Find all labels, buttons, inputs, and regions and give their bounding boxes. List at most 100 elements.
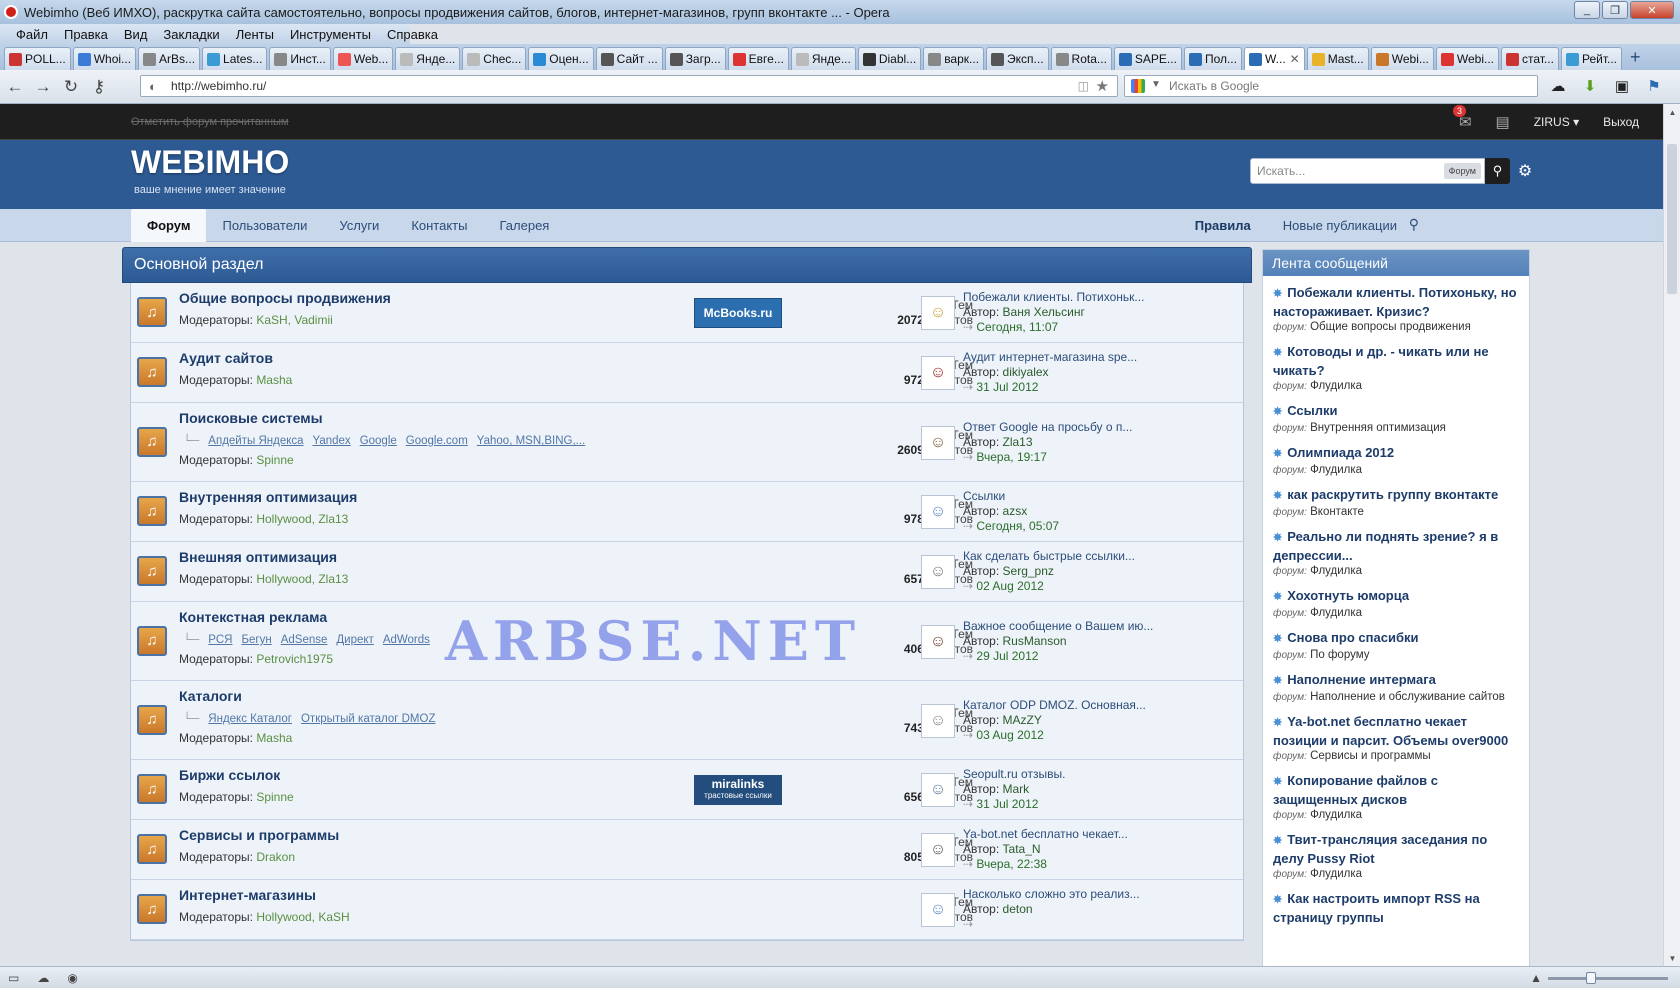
feed-item-title[interactable]: ✸ Побежали клиенты. Потихоньку, но настор… [1273, 284, 1519, 320]
last-post-title[interactable]: Ya-bot.net бесплатно чекает... [963, 827, 1233, 842]
last-post-date[interactable]: 29 Jul 2012 [976, 649, 1038, 663]
feed-item-title[interactable]: ✸ Как настроить импорт RSS на страницу гр… [1273, 890, 1519, 926]
feed-item-title[interactable]: ✸ Ссылки [1273, 402, 1519, 421]
user-menu[interactable]: ZIRUS ▾ [1534, 115, 1579, 129]
moderator-names[interactable]: Masha [256, 373, 292, 387]
logout-link[interactable]: Выход [1603, 115, 1639, 129]
wand-icon[interactable]: ⚷ [86, 74, 112, 100]
moderator-names[interactable]: Spinne [256, 453, 293, 467]
last-post-title[interactable]: Каталог ODP DMOZ. Основная... [963, 698, 1233, 713]
feed-item-title[interactable]: ✸ как раскрутить группу вконтакте [1273, 486, 1519, 505]
subforum-link[interactable]: Yandex [313, 435, 351, 447]
forum-title[interactable]: Внутренняя оптимизация [179, 489, 357, 505]
feed-forum-name[interactable]: По форуму [1310, 649, 1369, 661]
minimize-button[interactable]: _ [1574, 1, 1600, 19]
menu-item[interactable]: Закладки [155, 27, 227, 42]
feed-forum-name[interactable]: Наполнение и обслуживание сайтов [1310, 691, 1505, 703]
subforum-link[interactable]: Google [360, 435, 397, 447]
last-post-date[interactable]: 31 Jul 2012 [976, 380, 1038, 394]
last-post-author[interactable]: Serg_pnz [1003, 564, 1054, 578]
nav-tab[interactable]: Галерея [483, 209, 565, 242]
sponsor-banner[interactable]: miralinks трастовые ссылки [694, 775, 782, 805]
last-post-author[interactable]: RusManson [1003, 634, 1067, 648]
subforum-link[interactable]: Яндекс Каталог [208, 713, 292, 725]
avatar[interactable]: ☺ [921, 773, 955, 807]
subforum-link[interactable]: Yahoo, MSN,BING,... [477, 435, 585, 447]
browser-tab[interactable]: Webi... [1435, 47, 1499, 70]
forum-title[interactable]: Аудит сайтов [179, 350, 273, 366]
browser-tab[interactable]: Эксп... [986, 47, 1049, 70]
nav-tab[interactable]: Контакты [395, 209, 483, 242]
nav-link[interactable]: Новые публикации [1267, 209, 1413, 242]
browser-tab[interactable]: Янде... [395, 47, 461, 70]
download-icon[interactable]: ⬇ [1580, 76, 1600, 96]
subforum-link[interactable]: Бегун [241, 634, 271, 646]
feed-forum-name[interactable]: Внутренняя оптимизация [1310, 422, 1446, 434]
panel-toggle-icon[interactable]: ▭ [8, 971, 19, 985]
last-post-title[interactable]: Seopult.ru отзывы. [963, 767, 1233, 782]
last-post-date[interactable]: 31 Jul 2012 [976, 797, 1038, 811]
back-icon[interactable]: ← [2, 74, 28, 100]
menu-item[interactable]: Справка [379, 27, 446, 42]
browser-tab[interactable]: Webi... [1370, 47, 1434, 70]
browser-tab[interactable]: Евге... [727, 47, 789, 70]
forum-title[interactable]: Биржи ссылок [179, 767, 280, 783]
browser-tab[interactable]: POLL... [4, 47, 71, 70]
last-post-title[interactable]: Важное сообщение о Вашем ию... [963, 619, 1233, 634]
last-post-date[interactable]: Сегодня, 05:07 [976, 519, 1059, 533]
messages-icon[interactable]: ✉ 3 [1452, 105, 1472, 131]
menu-item[interactable]: Инструменты [282, 27, 379, 42]
close-window-button[interactable]: ✕ [1630, 1, 1674, 19]
feed-item-title[interactable]: ✸ Наполнение интермага [1273, 671, 1519, 690]
last-post-date[interactable]: 02 Aug 2012 [976, 579, 1043, 593]
moderator-names[interactable]: Hollywood, Zla13 [256, 512, 348, 526]
feed-forum-name[interactable]: Общие вопросы продвижения [1310, 321, 1471, 333]
speed-dial-icon[interactable]: ◉ [67, 971, 77, 985]
feed-item-title[interactable]: ✸ Хохотнуть юморца [1273, 587, 1519, 606]
feed-item-title[interactable]: ✸ Копирование файлов с защищенных дисков [1273, 772, 1519, 808]
scroll-down-icon[interactable]: ▼ [1664, 950, 1680, 966]
google-search-input[interactable]: ▼ Искать в Google [1124, 75, 1538, 97]
last-post-title[interactable]: Ссылки [963, 489, 1233, 504]
browser-tab[interactable]: Lates... [202, 47, 268, 70]
last-post-author[interactable]: deton [1003, 902, 1033, 916]
moderator-names[interactable]: Drakon [256, 850, 295, 864]
menu-item[interactable]: Правка [56, 27, 116, 42]
browser-tab[interactable]: SAPE... [1113, 47, 1182, 70]
menu-item[interactable]: Файл [8, 27, 56, 42]
browser-tab[interactable]: Web... [332, 47, 394, 70]
browser-tab[interactable]: Инст... [269, 47, 331, 70]
avatar[interactable]: ☺ [921, 356, 955, 390]
avatar[interactable]: ☺ [921, 703, 955, 738]
menu-item[interactable]: Ленты [228, 27, 282, 42]
moderator-names[interactable]: Petrovich1975 [256, 652, 333, 666]
browser-tab[interactable]: Сайт ... [595, 47, 663, 70]
reload-icon[interactable]: ↻ [58, 74, 84, 100]
browser-tab[interactable]: W... ✕ [1243, 47, 1305, 70]
last-post-author[interactable]: Mark [1003, 782, 1030, 796]
last-post-author[interactable]: Zla13 [1003, 435, 1033, 449]
browser-tab[interactable]: Рейт... [1560, 47, 1623, 70]
browser-tab[interactable]: Whoi... [72, 47, 137, 70]
browser-tab[interactable]: Diabl... [857, 47, 922, 70]
subforum-link[interactable]: Апдейты Яндекса [208, 435, 303, 447]
browser-tab[interactable]: Пол... [1183, 47, 1242, 70]
search-scope-button[interactable]: Форум [1443, 163, 1481, 179]
last-post-author[interactable]: dikiyalex [1003, 365, 1049, 379]
nav-tab[interactable]: Услуги [323, 209, 395, 242]
forum-title[interactable]: Сервисы и программы [179, 827, 339, 843]
avatar[interactable]: ☺ [921, 296, 955, 330]
moderator-names[interactable]: Hollywood, Zla13 [256, 572, 348, 586]
feed-item-title[interactable]: ✸ Твит-трансляция заседания по делу Pussy… [1273, 831, 1519, 867]
feed-item-title[interactable]: ✸ Реально ли поднять зрение? я в депресси… [1273, 528, 1519, 564]
browser-tab[interactable]: Mast... [1306, 47, 1369, 70]
menu-item[interactable]: Вид [116, 27, 156, 42]
forum-title[interactable]: Интернет-магазины [179, 887, 316, 903]
zoom-slider-knob[interactable] [1586, 971, 1596, 984]
feed-item-title[interactable]: ✸ Котоводы и др. - чикать или не чикать? [1273, 343, 1519, 379]
site-search-input[interactable]: Искать... Форум [1250, 158, 1485, 184]
last-post-author[interactable]: azsx [1003, 504, 1028, 518]
browser-tab[interactable]: Загр... [664, 47, 726, 70]
last-post-title[interactable]: Аудит интернет-магазина spe... [963, 350, 1233, 365]
avatar[interactable]: ☺ [921, 833, 955, 867]
